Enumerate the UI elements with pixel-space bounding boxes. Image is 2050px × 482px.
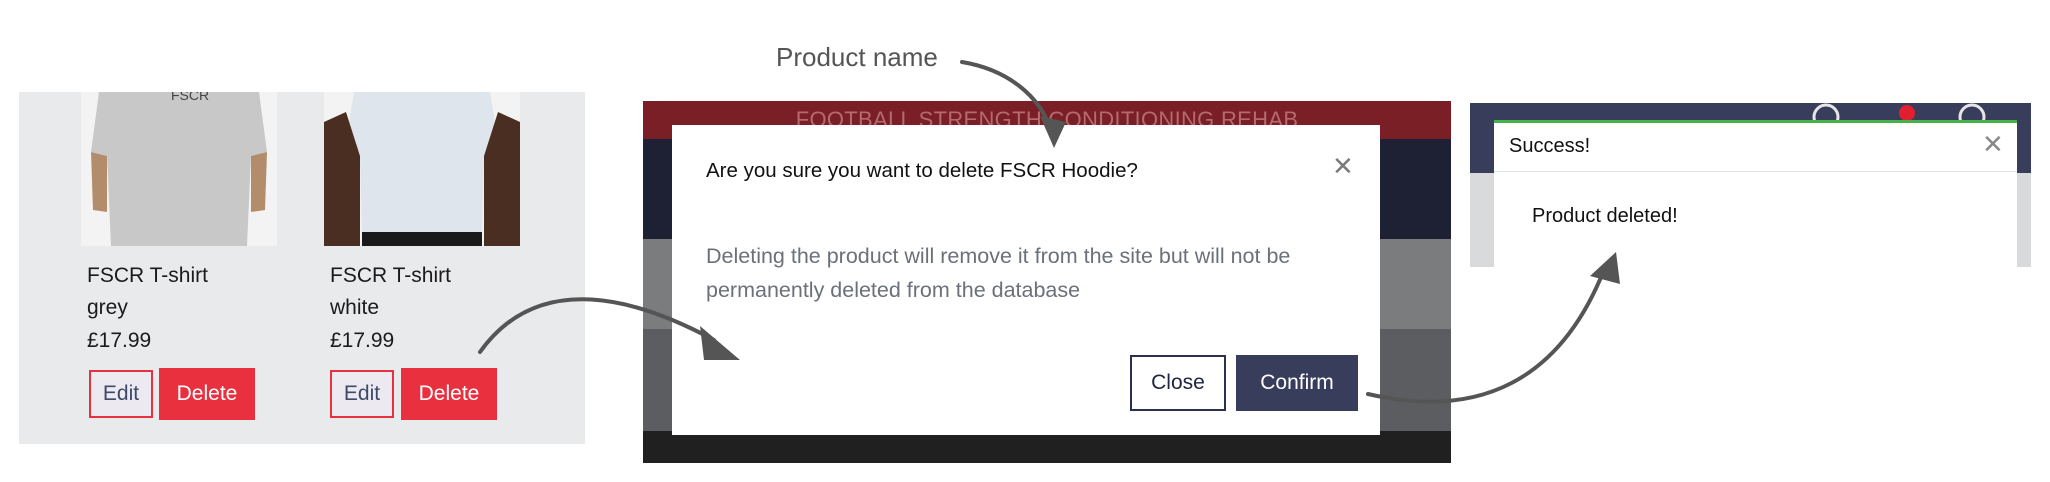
annotation-arrow (478, 297, 716, 354)
arrow-head-icon (1040, 116, 1066, 148)
arrow-head-icon (700, 326, 740, 360)
annotation-arrow (1366, 268, 1606, 404)
annotation-arrow (960, 60, 1052, 130)
arrow-head-icon (1590, 252, 1620, 284)
annotation-arrows (478, 60, 1620, 404)
